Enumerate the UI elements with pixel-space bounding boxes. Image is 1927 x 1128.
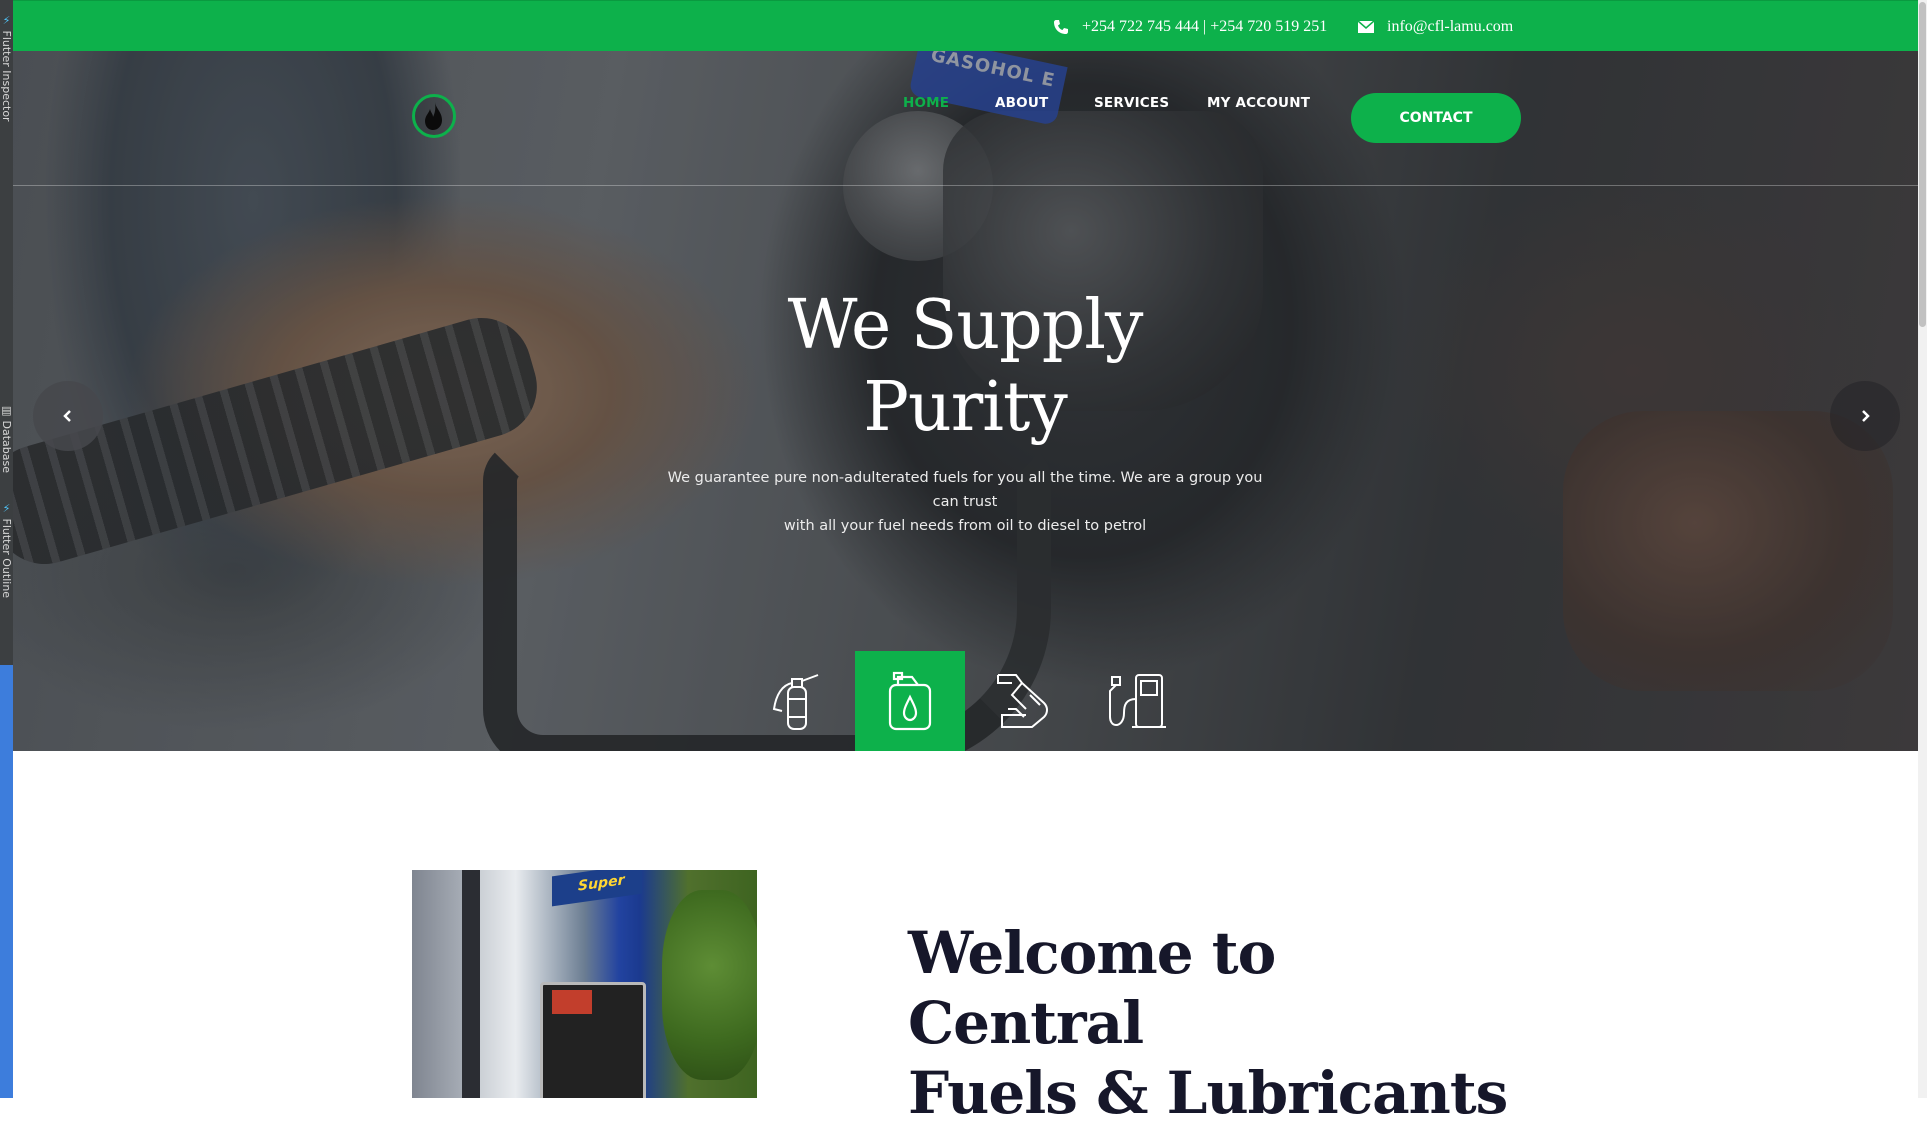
hero-title-line-1: We Supply [787,286,1144,365]
image-tree [662,890,757,1080]
flutter-outline-tab[interactable]: ⚡ Flutter Outline [0,502,13,598]
oil-canister-icon [888,671,932,731]
flutter-inspector-tab[interactable]: ⚡ Flutter Inspector [0,14,13,122]
email-contact[interactable]: info@cfl-lamu.com [1357,1,1513,52]
hero-subtitle-line-1: We guarantee pure non-adulterated fuels … [667,470,1263,510]
phone-contact[interactable]: +254 722 745 444 | +254 720 519 251 [1052,1,1327,52]
service-fire-extinguisher[interactable] [741,651,851,751]
slider-prev-button[interactable] [33,381,103,451]
page-scrollbar[interactable] [1918,0,1927,1098]
service-oil-canister[interactable] [855,651,965,751]
nav-my-account[interactable]: MY ACCOUNT [1207,95,1310,111]
header-divider [13,185,1918,186]
nav-home[interactable]: HOME [903,95,949,111]
image-pole [462,870,480,1098]
welcome-image: Super [412,870,757,1098]
image-sign: Super [552,870,642,907]
devtools-sidebar: ⚡ Flutter Inspector ▤ Database ⚡ Flutter… [0,0,13,1098]
service-fuel-nozzle[interactable] [969,651,1079,751]
phone-numbers: +254 722 745 444 | +254 720 519 251 [1082,17,1328,35]
image-pump-screen [552,990,592,1014]
chevron-left-icon [63,410,71,422]
scrollbar-thumb[interactable] [1919,2,1926,327]
chevron-right-icon [1862,410,1870,422]
nav-services[interactable]: SERVICES [1094,95,1169,111]
phone-icon [1052,18,1070,36]
gas-pump-icon [1109,674,1166,728]
welcome-title: Welcome to Central Fuels & Lubricants [908,918,1528,1128]
hero-title: We Supply Purity [640,285,1290,449]
devtools-blue-panel [0,665,13,1098]
slider-next-button[interactable] [1830,381,1900,451]
contact-button[interactable]: CONTACT [1351,93,1521,143]
service-gas-pump[interactable] [1083,651,1193,751]
welcome-title-line-1: Welcome to Central [908,919,1276,1057]
hero-subtitle: We guarantee pure non-adulterated fuels … [660,466,1270,538]
nav-about[interactable]: ABOUT [995,95,1048,111]
email-address: info@cfl-lamu.com [1387,17,1514,35]
top-contact-bar: +254 722 745 444 | +254 720 519 251 info… [13,0,1918,51]
flame-icon [425,102,442,130]
envelope-icon [1357,18,1375,36]
welcome-title-line-2: Fuels & Lubricants [908,1059,1508,1127]
site-logo[interactable] [412,94,456,138]
database-tab[interactable]: ▤ Database [0,404,13,473]
hero-title-line-2: Purity [863,368,1068,447]
hero-subtitle-line-2: with all your fuel needs from oil to die… [783,518,1147,534]
fire-extinguisher-icon [772,674,819,730]
fuel-nozzle-icon [997,674,1048,728]
